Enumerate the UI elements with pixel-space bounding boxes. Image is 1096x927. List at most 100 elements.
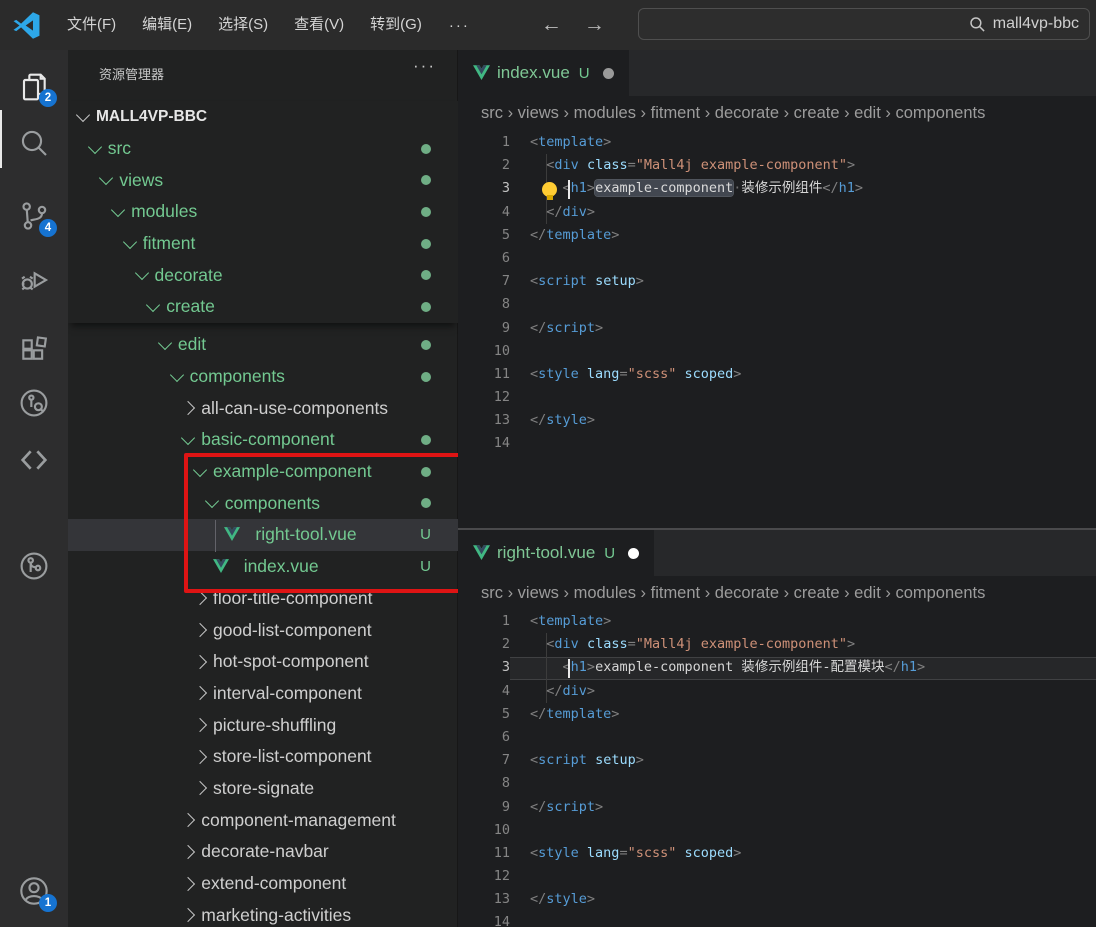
tree-item-views[interactable]: views: [68, 164, 458, 196]
tree-item-label: create: [166, 296, 215, 317]
lightbulb-icon[interactable]: [542, 182, 557, 197]
tree-item-picture-shuffling[interactable]: picture-shuffling: [68, 709, 458, 741]
chevron-right-icon: [193, 591, 207, 605]
chevron-right-icon: [193, 718, 207, 732]
code-line[interactable]: 8: [458, 772, 1096, 795]
code-line[interactable]: 4 </div>: [458, 680, 1096, 703]
tree-item-all-can-use-components[interactable]: all-can-use-components: [68, 392, 458, 424]
tab-dirty-dot[interactable]: [603, 68, 614, 79]
code-editor-index-vue[interactable]: 1<template>2 <div class="Mall4j example-…: [458, 131, 1096, 456]
tree-item-components[interactable]: components: [68, 361, 458, 393]
search-sidebar-icon[interactable]: [18, 127, 50, 159]
tree-item-modules[interactable]: modules: [68, 196, 458, 228]
code-line[interactable]: 3 <h1>example-component 装修示例组件-配置模块</h1>: [458, 656, 1096, 679]
nav-back-icon[interactable]: ←: [530, 13, 573, 37]
code-line[interactable]: 9</script>: [458, 796, 1096, 819]
account-icon[interactable]: 1: [18, 875, 50, 907]
tree-item-label: src: [108, 138, 131, 159]
tree-item-extend-component[interactable]: extend-component: [68, 868, 458, 900]
code-line[interactable]: 14: [458, 911, 1096, 927]
tree-item-example-component[interactable]: example-component: [68, 456, 458, 488]
tree-item-fitment[interactable]: fitment: [68, 228, 458, 260]
tree-item-decorate-navbar[interactable]: decorate-navbar: [68, 836, 458, 868]
tree-item-store-list-component[interactable]: store-list-component: [68, 741, 458, 773]
tree-item-label: hot-spot-component: [213, 651, 369, 672]
tab-dirty-dot[interactable]: [628, 548, 639, 559]
menu-more-icon[interactable]: ···: [435, 17, 484, 34]
code-line[interactable]: 13</style>: [458, 888, 1096, 911]
tab-index-vue[interactable]: index.vue U: [458, 50, 629, 96]
commit-search-icon[interactable]: [18, 387, 50, 419]
tree-item-index-vue[interactable]: index.vueU: [68, 551, 458, 583]
line-number: 5: [458, 224, 510, 247]
tree-item-create[interactable]: create: [68, 291, 458, 323]
editor-split-sash[interactable]: [458, 528, 1096, 530]
menu-view[interactable]: 查看(V): [281, 0, 357, 50]
source-control-icon[interactable]: 4: [18, 200, 50, 232]
code-line[interactable]: 1<template>: [458, 131, 1096, 154]
line-number: 14: [458, 911, 510, 927]
tree-item-mall4vp-bbc[interactable]: MALL4VP-BBC: [68, 101, 458, 133]
chevron-down-icon: [123, 235, 137, 249]
code-line[interactable]: 10: [458, 819, 1096, 842]
line-number: 12: [458, 865, 510, 888]
tab-git-status: U: [579, 65, 590, 82]
code-line[interactable]: 5</template>: [458, 224, 1096, 247]
code-line[interactable]: 10: [458, 340, 1096, 363]
code-line[interactable]: 11<style lang="scss" scoped>: [458, 842, 1096, 865]
tab-right-tool-vue[interactable]: right-tool.vue U: [458, 530, 654, 576]
breadcrumb-top[interactable]: src › views › modules › fitment › decora…: [458, 96, 1096, 131]
git-graph-icon[interactable]: [18, 550, 50, 582]
code-line[interactable]: 6: [458, 247, 1096, 270]
tree-item-components[interactable]: components: [68, 487, 458, 519]
code-line[interactable]: 8: [458, 293, 1096, 316]
code-line[interactable]: 7<script setup>: [458, 270, 1096, 293]
tree-item-edit[interactable]: edit: [68, 329, 458, 361]
tree-item-decorate[interactable]: decorate: [68, 259, 458, 291]
tree-item-src[interactable]: src: [68, 133, 458, 165]
code-line[interactable]: 11<style lang="scss" scoped>: [458, 363, 1096, 386]
run-debug-icon[interactable]: [18, 264, 50, 296]
menu-goto[interactable]: 转到(G): [357, 0, 435, 50]
tree-item-hot-spot-component[interactable]: hot-spot-component: [68, 646, 458, 678]
menu-edit[interactable]: 编辑(E): [129, 0, 205, 50]
code-line[interactable]: 13</style>: [458, 409, 1096, 432]
tree-item-interval-component[interactable]: interval-component: [68, 678, 458, 710]
menu-selection[interactable]: 选择(S): [205, 0, 281, 50]
code-line[interactable]: 2 <div class="Mall4j example-component">: [458, 633, 1096, 656]
tree-item-floor-title-component[interactable]: floor-title-component: [68, 583, 458, 615]
code-line[interactable]: 12: [458, 386, 1096, 409]
extensions-icon[interactable]: [18, 335, 50, 367]
code-editor-right-tool-vue[interactable]: 1<template>2 <div class="Mall4j example-…: [458, 610, 1096, 927]
breadcrumb-bottom[interactable]: src › views › modules › fitment › decora…: [458, 576, 1096, 611]
nav-forward-icon[interactable]: →: [573, 13, 616, 37]
code-line[interactable]: 4 </div>: [458, 201, 1096, 224]
tree-item-marketing-activities[interactable]: marketing-activities: [68, 899, 458, 927]
tree-item-good-list-component[interactable]: good-list-component: [68, 614, 458, 646]
code-line[interactable]: 7<script setup>: [458, 749, 1096, 772]
editor-area: index.vue U src › views › modules › fitm…: [458, 50, 1096, 927]
tab-strip-top: index.vue U: [458, 50, 1096, 96]
tree-item-basic-component[interactable]: basic-component: [68, 424, 458, 456]
code-line[interactable]: 9</script>: [458, 317, 1096, 340]
code-line[interactable]: 12: [458, 865, 1096, 888]
code-line[interactable]: 1<template>: [458, 610, 1096, 633]
code-line[interactable]: 6: [458, 726, 1096, 749]
git-modified-dot: [421, 340, 431, 350]
explorer-icon[interactable]: 2: [18, 70, 50, 102]
tree-item-store-signate[interactable]: store-signate: [68, 773, 458, 805]
text-caret: [568, 659, 570, 678]
sidebar-more-icon[interactable]: ···: [413, 56, 436, 76]
tree-item-label: store-signate: [213, 778, 314, 799]
code-line[interactable]: 5</template>: [458, 703, 1096, 726]
code-brackets-icon[interactable]: [18, 444, 50, 476]
code-text: </div>: [530, 201, 595, 224]
tree-item-right-tool-vue[interactable]: right-tool.vueU: [68, 519, 458, 551]
menu-file[interactable]: 文件(F): [54, 0, 129, 50]
code-line[interactable]: 2 <div class="Mall4j example-component">: [458, 154, 1096, 177]
code-line[interactable]: 14: [458, 432, 1096, 455]
tree-item-component-management[interactable]: component-management: [68, 804, 458, 836]
text-caret: [568, 180, 570, 199]
editor-group-top: index.vue U src › views › modules › fitm…: [458, 50, 1096, 528]
command-center-search[interactable]: mall4vp-bbc: [638, 8, 1090, 40]
